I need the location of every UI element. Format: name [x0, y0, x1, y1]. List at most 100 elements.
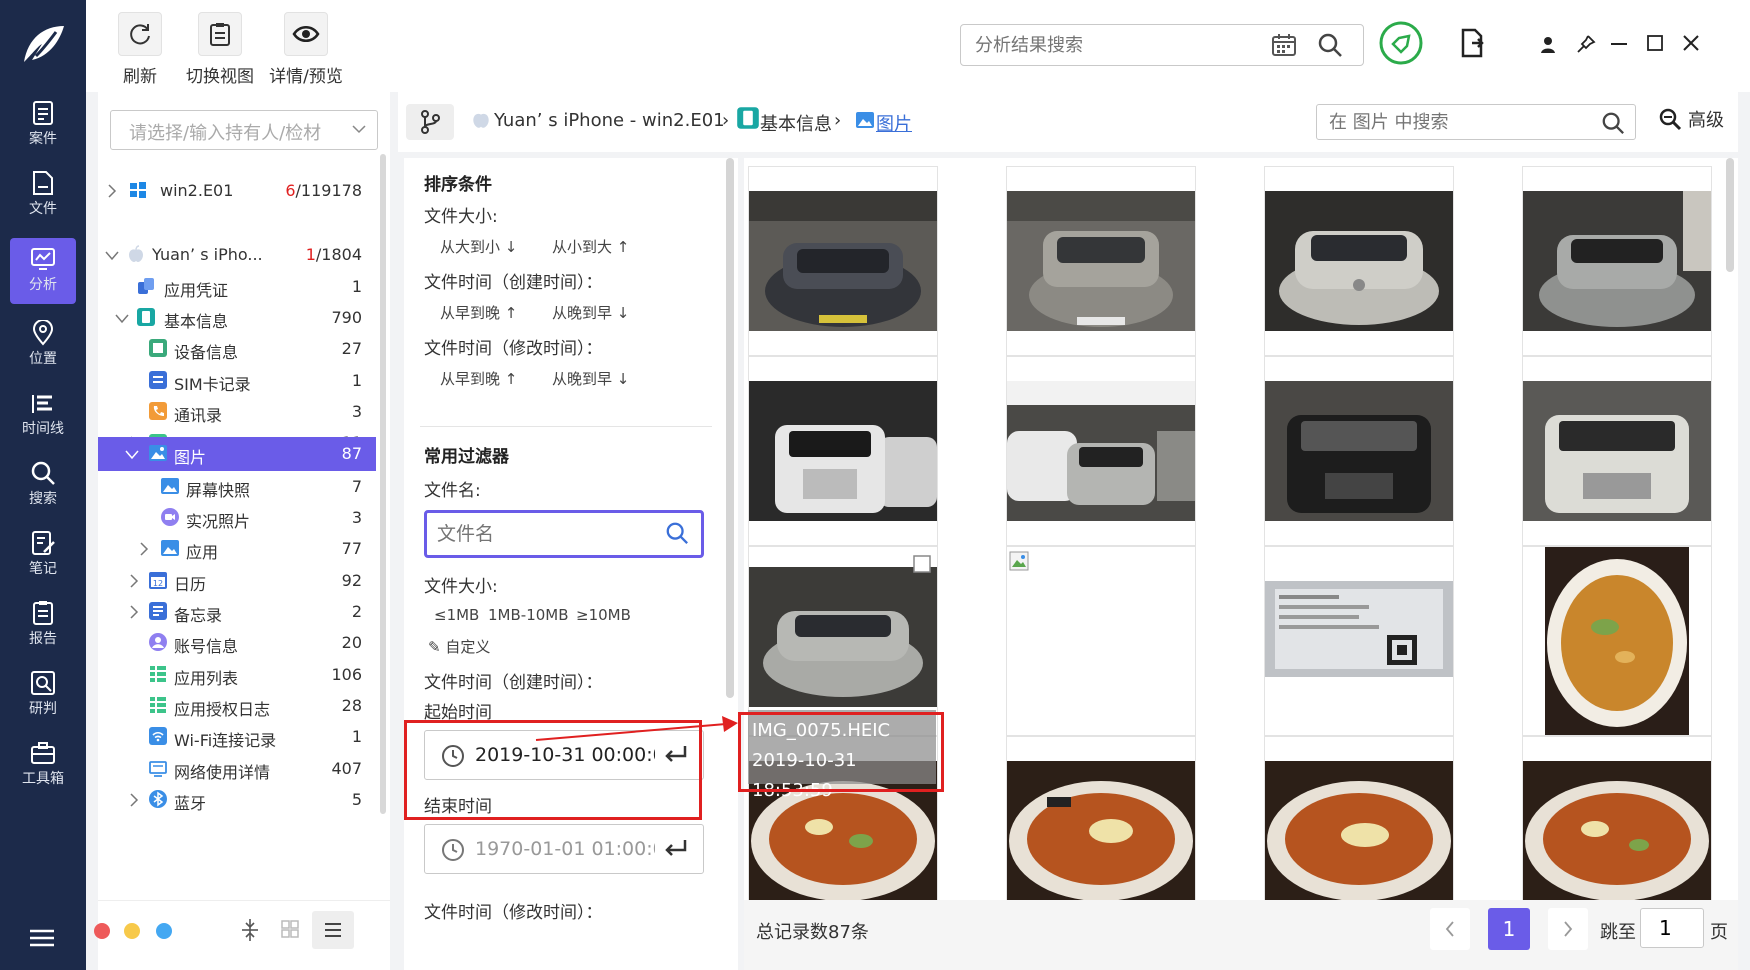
end-time-field[interactable]: 1970-01-01 01:00:00 [424, 824, 704, 874]
prev-page-button[interactable] [1430, 908, 1470, 950]
search-icon[interactable] [1317, 32, 1343, 58]
sort-mtime-desc[interactable]: 从晚到早 ↓ [552, 368, 629, 389]
details-preview-button[interactable]: 详情/预览 [252, 12, 360, 88]
image-thumbnail[interactable] [1522, 736, 1712, 900]
search-icon[interactable] [1601, 111, 1625, 135]
collapse-icon[interactable] [240, 917, 260, 943]
tree-row-wifi[interactable]: Wi-Fi连接记录 1 [98, 720, 376, 754]
tree-row-bluetooth[interactable]: 蓝牙 5 [98, 783, 376, 817]
nav-toolbox[interactable]: 工具箱 [0, 732, 86, 798]
nav-case[interactable]: 案件 [0, 92, 86, 158]
image-thumbnail[interactable] [1264, 736, 1454, 900]
tree-row-app-list[interactable]: 应用列表 106 [98, 658, 376, 692]
breadcrumb-current[interactable]: 图片 [876, 110, 912, 136]
pin-icon[interactable] [1576, 34, 1596, 54]
minimize-icon[interactable] [1610, 42, 1628, 46]
chevron-down-icon[interactable] [114, 313, 130, 325]
chevron-right-icon[interactable] [138, 541, 150, 557]
image-thumbnail[interactable] [1522, 356, 1712, 546]
chevron-right-icon[interactable] [128, 604, 140, 620]
branch-button[interactable] [406, 104, 454, 140]
grid-scrollbar[interactable] [1726, 158, 1734, 272]
close-icon[interactable] [1682, 34, 1700, 52]
sort-mtime-asc[interactable]: 从早到晚 ↑ [440, 368, 517, 389]
filter-scrollbar[interactable] [726, 158, 734, 698]
sort-ctime-asc[interactable]: 从早到晚 ↑ [440, 302, 517, 323]
tree-row-app-auth-log[interactable]: 应用授权日志 28 [98, 689, 376, 723]
nav-search[interactable]: 搜索 [0, 452, 86, 518]
image-thumbnail[interactable] [1006, 736, 1196, 900]
custom-size-button[interactable]: ✎ 自定义 [428, 636, 490, 657]
owner-select[interactable]: 请选择/输入持有人/检材 [110, 110, 378, 150]
tree-scrollbar[interactable] [380, 154, 386, 814]
sort-ctime-desc[interactable]: 从晚到早 ↓ [552, 302, 629, 323]
filename-box[interactable] [424, 510, 704, 558]
tree-row-network-usage[interactable]: 网络使用详情 407 [98, 752, 376, 786]
chevron-right-icon[interactable] [106, 183, 118, 199]
tree-row-win2[interactable]: win2.E01 6/119178 [98, 174, 376, 208]
image-thumbnail[interactable] [1264, 356, 1454, 546]
breadcrumb-category[interactable]: 基本信息 [760, 110, 832, 136]
switch-view-button[interactable]: 切换视图 [176, 12, 264, 88]
size-option-large[interactable]: ≥10MB [576, 606, 631, 624]
tree-row-sim-records[interactable]: SIM卡记录 1 [98, 364, 376, 398]
chevron-right-icon[interactable] [128, 573, 140, 589]
nav-judge[interactable]: 研判 [0, 662, 86, 728]
image-thumbnail[interactable] [1006, 546, 1196, 736]
chevron-right-icon[interactable] [128, 792, 140, 808]
list-view-button[interactable] [312, 911, 354, 949]
blue-tag-dot[interactable] [156, 923, 172, 939]
jump-page-input[interactable] [1640, 908, 1704, 948]
size-option-medium[interactable]: 1MB-10MB [488, 606, 569, 624]
image-thumbnail[interactable] [1006, 356, 1196, 546]
nav-note[interactable]: 笔记 [0, 522, 86, 588]
checkbox-icon[interactable] [913, 555, 931, 573]
maximize-icon[interactable] [1646, 34, 1664, 52]
image-search-box[interactable] [1316, 104, 1636, 140]
size-option-small[interactable]: ≤1MB [434, 606, 479, 624]
tree-row-live-photos[interactable]: 实况照片 3 [98, 501, 376, 535]
shield-check-icon[interactable] [1378, 20, 1424, 66]
grid-view-icon[interactable] [280, 919, 300, 939]
tree-row-app-credentials[interactable]: 应用凭证 1 [98, 270, 376, 304]
chevron-down-icon[interactable] [104, 250, 120, 262]
breadcrumb-device[interactable]: Yuan’ s iPhone - win2.E01 [494, 110, 725, 131]
nav-analysis[interactable]: 分析 [10, 238, 76, 304]
image-search-input[interactable] [1317, 105, 1577, 139]
sort-size-asc[interactable]: 从小到大 ↑ [552, 236, 629, 257]
nav-timeline[interactable]: 时间线 [0, 382, 86, 448]
advanced-search-button[interactable]: 高级 [1658, 106, 1724, 132]
tree-row-device-info[interactable]: 设备信息 27 [98, 332, 376, 366]
page-number-button[interactable]: 1 [1488, 908, 1530, 950]
tree-row-images[interactable]: 图片 87 [98, 437, 376, 471]
user-icon[interactable] [1540, 36, 1556, 54]
image-thumbnail[interactable] [748, 546, 938, 736]
filename-input[interactable] [427, 513, 647, 555]
export-file-icon[interactable] [1460, 28, 1486, 58]
search-icon[interactable] [665, 521, 689, 545]
image-thumbnail[interactable] [1522, 546, 1712, 736]
tree-row-calendar[interactable]: 12 日历 92 [98, 564, 376, 598]
tree-row-accounts[interactable]: 账号信息 20 [98, 626, 376, 660]
tree-row-iphone[interactable]: Yuan’ s iPho... 1/1804 [98, 238, 376, 272]
nav-report[interactable]: 报告 [0, 592, 86, 658]
yellow-tag-dot[interactable] [124, 923, 140, 939]
next-page-button[interactable] [1548, 908, 1588, 950]
image-thumbnail[interactable] [1006, 166, 1196, 356]
nav-location[interactable]: 位置 [0, 312, 86, 378]
refresh-button[interactable]: 刷新 [112, 12, 168, 88]
analysis-search-input[interactable] [961, 25, 1261, 65]
image-thumbnail[interactable] [748, 166, 938, 356]
red-tag-dot[interactable] [94, 923, 110, 939]
image-thumbnail[interactable] [1264, 166, 1454, 356]
nav-file[interactable]: 文件 [0, 162, 86, 228]
analysis-search-box[interactable] [960, 24, 1364, 66]
chevron-down-icon[interactable] [124, 449, 140, 461]
tree-row-screenshots[interactable]: 屏幕快照 7 [98, 470, 376, 504]
enter-icon[interactable] [663, 838, 689, 860]
tree-row-apps-images[interactable]: 应用 77 [98, 532, 376, 566]
menu-icon[interactable] [28, 928, 56, 948]
image-thumbnail[interactable] [748, 356, 938, 546]
image-thumbnail[interactable] [1264, 546, 1454, 736]
calendar-icon[interactable] [1271, 33, 1297, 57]
